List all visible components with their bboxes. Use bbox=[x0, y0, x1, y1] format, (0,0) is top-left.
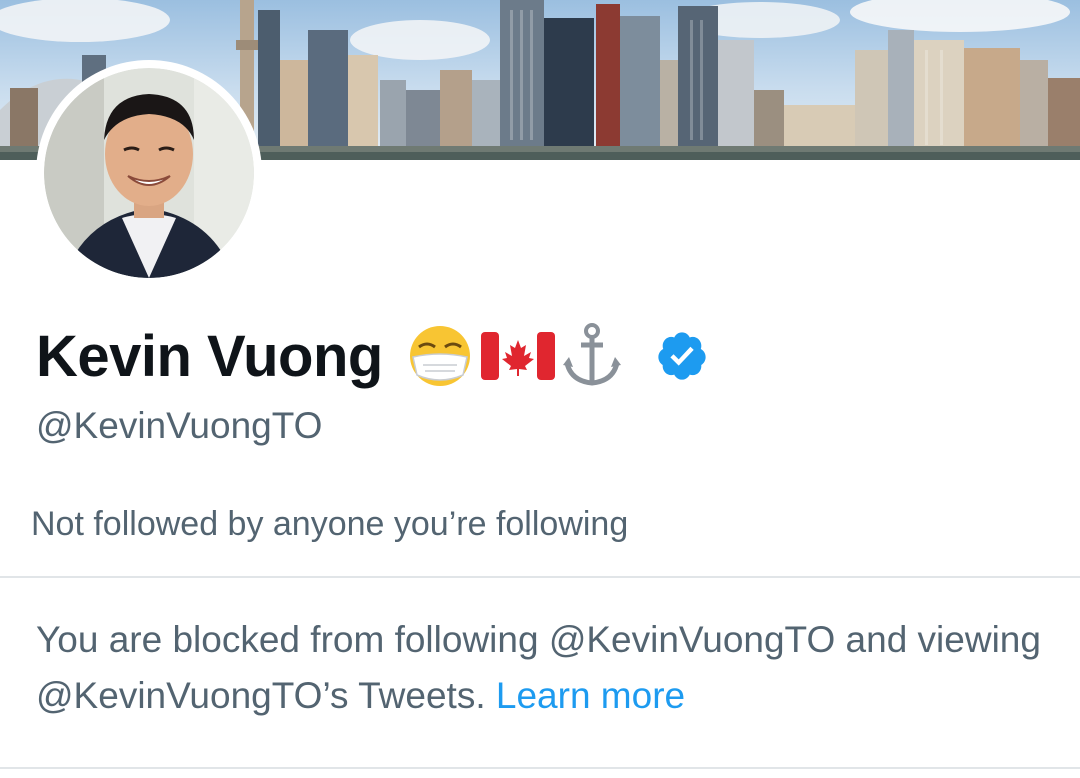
divider bbox=[0, 767, 1080, 769]
divider bbox=[0, 576, 1080, 578]
canada-flag-icon bbox=[480, 330, 555, 382]
profile-name-row: Kevin Vuong bbox=[36, 316, 709, 396]
profile-display-name: Kevin Vuong bbox=[36, 323, 383, 389]
profile-page: Kevin Vuong @KevinVuongTO Not followed b… bbox=[0, 0, 1080, 778]
blocked-notice: You are blocked from following @KevinVuo… bbox=[36, 612, 1046, 724]
profile-avatar[interactable] bbox=[36, 60, 262, 286]
followers-you-know-text[interactable]: Not followed by anyone you’re following bbox=[31, 505, 628, 544]
anchor-icon bbox=[561, 323, 623, 389]
verified-badge-icon[interactable] bbox=[655, 329, 709, 383]
learn-more-link[interactable]: Learn more bbox=[496, 675, 685, 716]
profile-handle: @KevinVuongTO bbox=[36, 405, 323, 446]
face-with-medical-mask-icon bbox=[405, 325, 475, 387]
